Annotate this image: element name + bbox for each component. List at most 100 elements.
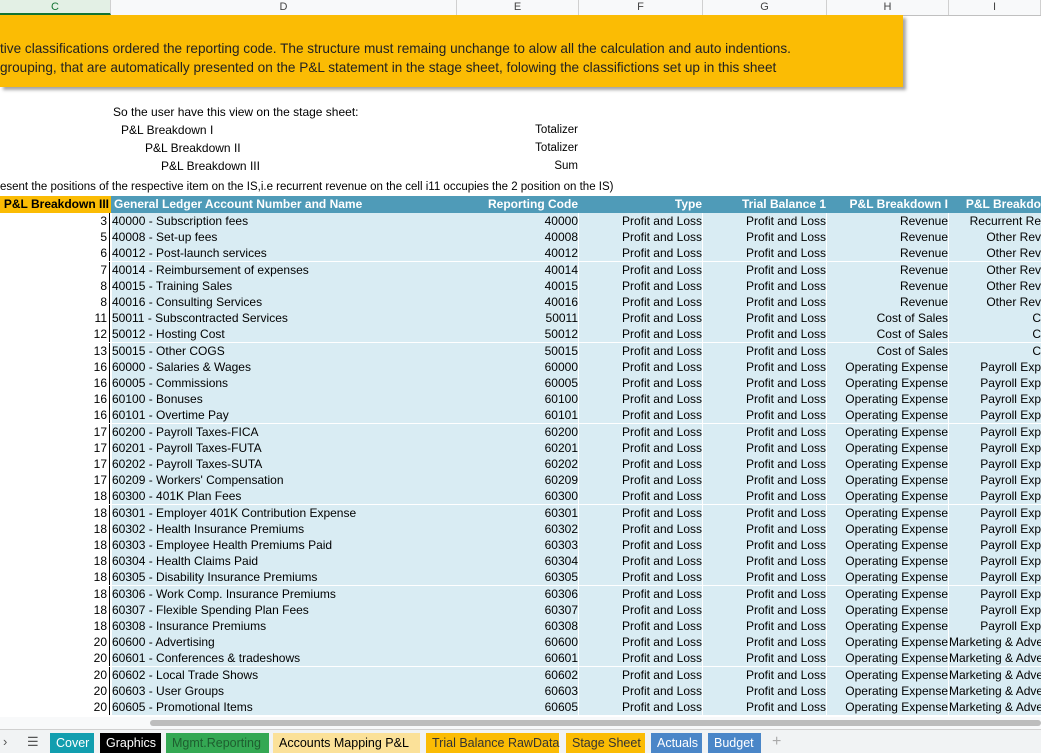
- type-cell[interactable]: Profit and Loss: [579, 342, 702, 359]
- reporting-code-cell[interactable]: 60308: [457, 618, 578, 634]
- breakdown-3-value-cell[interactable]: 17: [0, 456, 110, 472]
- breakdown-1-cell[interactable]: Cost of Sales: [827, 342, 948, 359]
- type-cell[interactable]: Profit and Loss: [579, 310, 702, 327]
- breakdown-1-cell[interactable]: Operating Expense: [827, 472, 948, 489]
- gl-account-name-cell[interactable]: 50011 - Subscontracted Services: [112, 310, 457, 327]
- breakdown-3-value-cell[interactable]: 18: [0, 537, 110, 553]
- sheet-tab[interactable]: Actuals: [651, 733, 702, 753]
- breakdown-3-value-cell[interactable]: 20: [0, 666, 110, 683]
- reporting-code-cell[interactable]: 50012: [457, 326, 578, 343]
- gl-account-name-cell[interactable]: 60308 - Insurance Premiums: [112, 618, 457, 634]
- column-header-h[interactable]: H: [827, 0, 949, 15]
- trial-balance-1-cell[interactable]: Profit and Loss: [703, 310, 826, 327]
- breakdown-3-value-cell[interactable]: 8: [0, 277, 110, 294]
- breakdown-3-value-cell[interactable]: 3: [0, 213, 110, 229]
- sheet-tab[interactable]: Budget: [708, 733, 761, 753]
- gl-account-name-cell[interactable]: 60304 - Health Claims Paid: [112, 553, 457, 570]
- breakdown-1-cell[interactable]: Operating Expense: [827, 456, 948, 472]
- reporting-code-cell[interactable]: 60201: [457, 439, 578, 456]
- type-cell[interactable]: Profit and Loss: [579, 569, 702, 586]
- breakdown-2-cell[interactable]: Payroll Exp: [949, 585, 1041, 602]
- breakdown-1-cell[interactable]: Operating Expense: [827, 569, 948, 586]
- gl-account-name-cell[interactable]: 40016 - Consulting Services: [112, 294, 457, 310]
- reporting-code-cell[interactable]: 40015: [457, 277, 578, 294]
- gl-account-name-cell[interactable]: 40015 - Training Sales: [112, 277, 457, 294]
- trial-balance-1-cell[interactable]: Profit and Loss: [703, 488, 826, 505]
- breakdown-3-value-cell[interactable]: 16: [0, 358, 110, 375]
- breakdown-2-cell[interactable]: Marketing & Adve: [949, 699, 1041, 715]
- type-cell[interactable]: Profit and Loss: [579, 650, 702, 667]
- breakdown-1-cell[interactable]: Revenue: [827, 245, 948, 262]
- header-breakdown-3[interactable]: P&L Breakdown III: [0, 196, 111, 213]
- breakdown-2-cell[interactable]: Other Rev: [949, 261, 1041, 278]
- type-cell[interactable]: Profit and Loss: [579, 537, 702, 553]
- breakdown-3-value-cell[interactable]: 7: [0, 261, 110, 278]
- column-header-e[interactable]: E: [457, 0, 579, 15]
- gl-account-name-cell[interactable]: 60600 - Advertising: [112, 634, 457, 651]
- trial-balance-1-cell[interactable]: Profit and Loss: [703, 326, 826, 343]
- reporting-code-cell[interactable]: 40012: [457, 245, 578, 262]
- sheet-tab[interactable]: Stage Sheet: [566, 733, 645, 753]
- header-breakdown-1[interactable]: P&L Breakdown I: [827, 196, 948, 213]
- type-cell[interactable]: Profit and Loss: [579, 407, 702, 424]
- breakdown-3-value-cell[interactable]: 16: [0, 407, 110, 424]
- sheet-tab[interactable]: Accounts Mapping P&L: [273, 733, 420, 753]
- breakdown-1-cell[interactable]: Operating Expense: [827, 375, 948, 391]
- breakdown-3-value-cell[interactable]: 16: [0, 391, 110, 408]
- breakdown-2-cell[interactable]: Other Rev: [949, 294, 1041, 310]
- gl-account-name-cell[interactable]: 60100 - Bonuses: [112, 391, 457, 408]
- header-trial-balance-1[interactable]: Trial Balance 1: [703, 196, 826, 213]
- horizontal-scrollbar[interactable]: [0, 717, 1041, 729]
- breakdown-3-value-cell[interactable]: 18: [0, 553, 110, 570]
- breakdown-3-value-cell[interactable]: 18: [0, 488, 110, 505]
- breakdown-2-cell[interactable]: Payroll Exp: [949, 601, 1041, 618]
- type-cell[interactable]: Profit and Loss: [579, 423, 702, 440]
- type-cell[interactable]: Profit and Loss: [579, 585, 702, 602]
- breakdown-2-cell[interactable]: Other Rev: [949, 277, 1041, 294]
- reporting-code-cell[interactable]: 60302: [457, 520, 578, 537]
- sheet-tab[interactable]: Cover: [50, 733, 94, 753]
- type-cell[interactable]: Profit and Loss: [579, 456, 702, 472]
- breakdown-2-cell[interactable]: C: [949, 310, 1041, 327]
- breakdown-1-cell[interactable]: Revenue: [827, 277, 948, 294]
- trial-balance-1-cell[interactable]: Profit and Loss: [703, 407, 826, 424]
- reporting-code-cell[interactable]: 60601: [457, 650, 578, 667]
- breakdown-2-cell[interactable]: Payroll Exp: [949, 407, 1041, 424]
- reporting-code-cell[interactable]: 40014: [457, 261, 578, 278]
- trial-balance-1-cell[interactable]: Profit and Loss: [703, 666, 826, 683]
- type-cell[interactable]: Profit and Loss: [579, 245, 702, 262]
- type-cell[interactable]: Profit and Loss: [579, 682, 702, 699]
- type-cell[interactable]: Profit and Loss: [579, 439, 702, 456]
- type-cell[interactable]: Profit and Loss: [579, 358, 702, 375]
- breakdown-1-cell[interactable]: Operating Expense: [827, 439, 948, 456]
- gl-account-name-cell[interactable]: 60005 - Commissions: [112, 375, 457, 391]
- type-cell[interactable]: Profit and Loss: [579, 520, 702, 537]
- breakdown-2-cell[interactable]: Other Rev: [949, 229, 1041, 246]
- breakdown-2-cell[interactable]: Payroll Exp: [949, 520, 1041, 537]
- gl-account-name-cell[interactable]: 60307 - Flexible Spending Plan Fees: [112, 601, 457, 618]
- breakdown-3-value-cell[interactable]: 13: [0, 342, 110, 359]
- type-cell[interactable]: Profit and Loss: [579, 504, 702, 521]
- trial-balance-1-cell[interactable]: Profit and Loss: [703, 358, 826, 375]
- type-cell[interactable]: Profit and Loss: [579, 294, 702, 310]
- breakdown-3-value-cell[interactable]: 18: [0, 585, 110, 602]
- reporting-code-cell[interactable]: 60306: [457, 585, 578, 602]
- gl-account-name-cell[interactable]: 40008 - Set-up fees: [112, 229, 457, 246]
- sheet-tab[interactable]: Trial Balance RawData: [426, 733, 559, 753]
- type-cell[interactable]: Profit and Loss: [579, 229, 702, 246]
- breakdown-1-cell[interactable]: Operating Expense: [827, 423, 948, 440]
- breakdown-3-value-cell[interactable]: 20: [0, 650, 110, 667]
- reporting-code-cell[interactable]: 40016: [457, 294, 578, 310]
- gl-account-name-cell[interactable]: 60303 - Employee Health Premiums Paid: [112, 537, 457, 553]
- type-cell[interactable]: Profit and Loss: [579, 391, 702, 408]
- type-cell[interactable]: Profit and Loss: [579, 277, 702, 294]
- trial-balance-1-cell[interactable]: Profit and Loss: [703, 682, 826, 699]
- gl-account-name-cell[interactable]: 60305 - Disability Insurance Premiums: [112, 569, 457, 586]
- reporting-code-cell[interactable]: 60304: [457, 553, 578, 570]
- trial-balance-1-cell[interactable]: Profit and Loss: [703, 294, 826, 310]
- trial-balance-1-cell[interactable]: Profit and Loss: [703, 439, 826, 456]
- breakdown-2-cell[interactable]: Marketing & Adve: [949, 650, 1041, 667]
- sheet-tab[interactable]: Graphics: [100, 733, 161, 753]
- reporting-code-cell[interactable]: 40000: [457, 213, 578, 229]
- gl-account-name-cell[interactable]: 60202 - Payroll Taxes-SUTA: [112, 456, 457, 472]
